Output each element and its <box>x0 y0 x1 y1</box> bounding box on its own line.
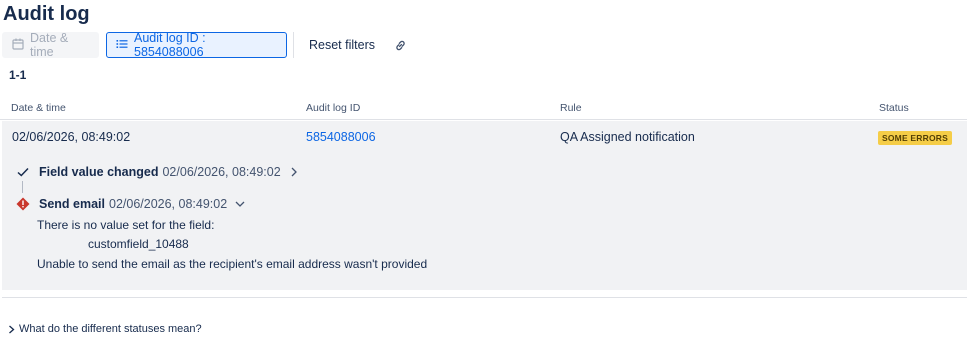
event-field-value-changed[interactable]: Field value changed 02/06/2026, 08:49:02 <box>16 165 299 179</box>
date-time-filter-label: Date & time <box>30 31 69 59</box>
event-label: Send email <box>39 197 105 211</box>
status-help-label: What do the different statuses mean? <box>19 323 202 335</box>
audit-log-row[interactable]: 02/06/2026, 08:49:02 5854088006 QA Assig… <box>2 121 967 290</box>
row-rule: QA Assigned notification <box>560 130 695 144</box>
column-header-date-time[interactable]: Date & time <box>11 102 66 114</box>
row-date-time: 02/06/2026, 08:49:02 <box>12 130 131 144</box>
error-detail-line: Unable to send the email as the recipien… <box>37 257 428 271</box>
page-title: Audit log <box>3 3 90 25</box>
column-header-status[interactable]: Status <box>879 102 909 114</box>
link-icon[interactable] <box>392 37 408 53</box>
filter-separator <box>293 32 294 58</box>
status-help-expander[interactable]: What do the different statuses mean? <box>6 323 202 335</box>
results-range: 1-1 <box>9 68 27 82</box>
chevron-right-icon <box>6 324 16 334</box>
error-detail-field: customfield_10488 <box>88 237 189 251</box>
column-header-rule[interactable]: Rule <box>560 102 582 114</box>
error-detail-line: There is no value set for the field: <box>37 218 215 232</box>
chevron-right-icon[interactable] <box>289 167 299 177</box>
event-send-email[interactable]: Send email 02/06/2026, 08:49:02 <box>16 197 245 211</box>
list-icon <box>116 38 128 53</box>
audit-log-id-filter-label: Audit log ID : 5854088006 <box>134 31 206 59</box>
table-header: Date & time Audit log ID Rule Status <box>0 102 967 120</box>
audit-log-id-filter-button[interactable]: Audit log ID : 5854088006 <box>106 31 287 59</box>
column-header-audit-log-id[interactable]: Audit log ID <box>306 102 360 114</box>
event-connector-line <box>22 181 23 193</box>
row-audit-log-id-link[interactable]: 5854088006 <box>306 130 376 144</box>
reset-filters-button[interactable]: Reset filters <box>304 32 380 58</box>
chevron-down-icon[interactable] <box>235 199 245 209</box>
event-label: Field value changed <box>39 165 159 179</box>
checkmark-icon <box>16 165 30 179</box>
date-time-filter-button[interactable]: Date & time <box>2 31 99 59</box>
status-badge: SOME ERRORS <box>878 131 952 145</box>
error-diamond-icon <box>16 197 30 211</box>
filter-bar: Date & time Audit log ID : 5854088006 Re… <box>2 31 408 59</box>
event-timestamp: 02/06/2026, 08:49:02 <box>162 165 281 179</box>
event-timestamp: 02/06/2026, 08:49:02 <box>109 197 228 211</box>
divider <box>2 297 967 298</box>
calendar-icon <box>12 38 24 53</box>
